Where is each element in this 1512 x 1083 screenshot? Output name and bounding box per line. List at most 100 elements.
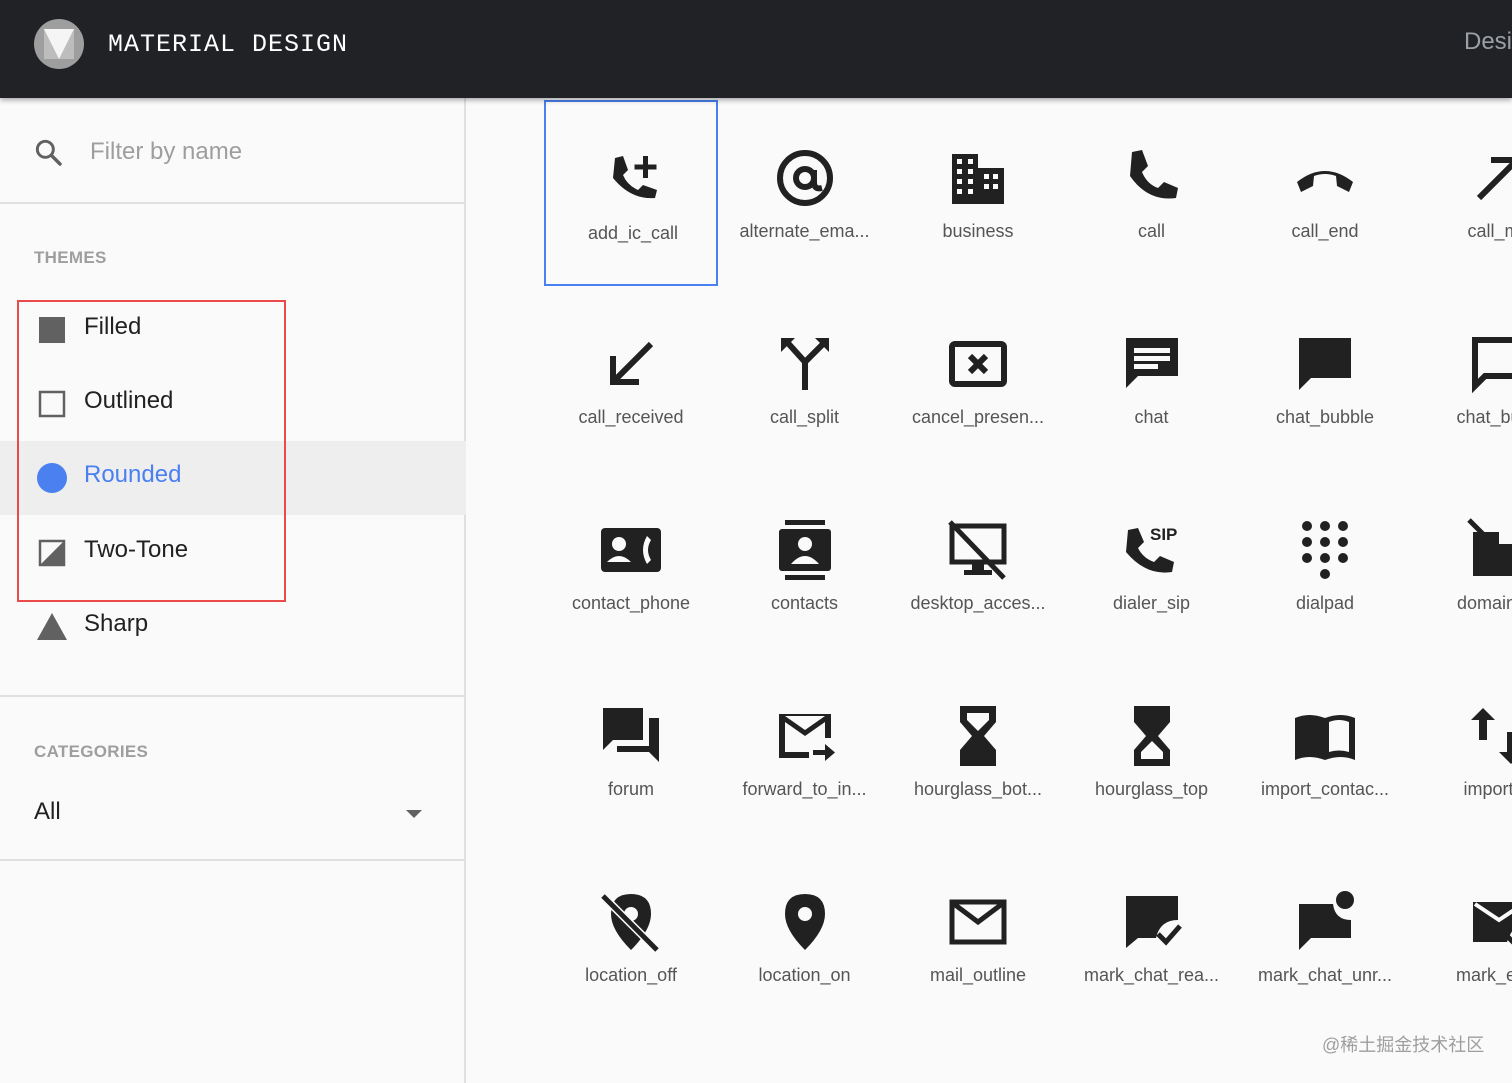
rounded-circle-icon	[37, 463, 67, 493]
icon-tile-dialer-sip[interactable]: SIP dialer_sip	[1065, 472, 1239, 658]
category-select[interactable]: All	[0, 788, 466, 840]
icon-tile-call-end[interactable]: call_end	[1238, 100, 1412, 286]
filled-square-icon	[39, 317, 65, 343]
material-logo-icon[interactable]	[34, 19, 84, 69]
icon-tile-label: chat_bubble	[1275, 407, 1375, 427]
outlined-square-icon	[38, 390, 66, 418]
icon-tile-label: mark_chat_unr...	[1257, 965, 1393, 985]
import-export-icon	[1470, 708, 1512, 764]
icon-tile-label: contact_phone	[571, 593, 691, 613]
icon-tile-label: desktop_acces...	[910, 593, 1046, 613]
themes-heading: THEMES	[34, 248, 107, 267]
icon-tile-chat-bubble-outline[interactable]: chat_bubb	[1412, 286, 1512, 472]
icon-tile-contact-phone[interactable]: contact_phone	[544, 472, 718, 658]
icon-tile-chat[interactable]: chat	[1065, 286, 1239, 472]
watermark: @稀土掘金技术社区	[1322, 1035, 1485, 1055]
import-contacts-icon	[1295, 715, 1355, 760]
icon-tile-import-export[interactable]: import_e	[1412, 658, 1512, 844]
icon-tile-label: mark_chat_rea...	[1083, 965, 1220, 985]
theme-label-filled: Filled	[84, 313, 142, 340]
call-split-icon	[780, 338, 829, 390]
icon-tile-label: forward_to_in...	[742, 779, 867, 799]
icon-tile-call-made[interactable]: call_ma	[1412, 100, 1512, 286]
icon-tile-label: location_off	[585, 965, 677, 985]
top-nav-link-design[interactable]: Desi	[1464, 28, 1512, 56]
icon-tile-hourglass-top[interactable]: hourglass_top	[1065, 658, 1239, 844]
icon-tile-import-contacts[interactable]: import_contac...	[1238, 658, 1412, 844]
search-input[interactable]	[90, 132, 430, 172]
icon-tile-mark-chat-read[interactable]: mark_chat_rea...	[1065, 844, 1239, 1030]
icon-tile-add-ic-call[interactable]: add_ic_call	[544, 100, 718, 286]
icon-tile-mark-chat-unread[interactable]: mark_chat_unr...	[1238, 844, 1412, 1030]
icon-tile-business[interactable]: business	[891, 100, 1065, 286]
icon-tile-label: call_ma	[1467, 221, 1512, 241]
icon-tile-location-on[interactable]: location_on	[718, 844, 892, 1030]
icon-tile-label: domain_di	[1456, 593, 1512, 613]
icon-tile-label: add_ic_call	[587, 223, 679, 243]
theme-option-outlined[interactable]: Outlined	[0, 367, 466, 441]
theme-label-rounded: Rounded	[84, 461, 182, 488]
call-made-icon	[1476, 157, 1512, 201]
chat-bubble-outline-icon	[1471, 337, 1512, 394]
theme-option-sharp[interactable]: Sharp	[0, 590, 466, 664]
icon-tile-forum[interactable]: forum	[544, 658, 718, 844]
dropdown-arrow-icon	[406, 810, 422, 818]
search-bar	[0, 98, 466, 204]
dialer-sip-icon: SIP	[1125, 525, 1177, 573]
two-tone-square-icon	[38, 539, 66, 567]
icon-tile-mail-outline[interactable]: mail_outline	[891, 844, 1065, 1030]
icon-tile-hourglass-bottom[interactable]: hourglass_bot...	[891, 658, 1065, 844]
brand-title[interactable]: MATERIAL DESIGN	[108, 30, 348, 59]
theme-label-outlined: Outlined	[84, 387, 174, 414]
call-icon	[1129, 150, 1178, 199]
icon-tile-call-received[interactable]: call_received	[544, 286, 718, 472]
icon-tile-dialpad[interactable]: dialpad	[1238, 472, 1412, 658]
location-on-icon	[784, 894, 825, 950]
icon-tile-label: call	[1137, 221, 1165, 241]
icon-tile-call-split[interactable]: call_split	[718, 286, 892, 472]
cancel-presentation-icon	[949, 341, 1007, 387]
hourglass-top-icon	[1133, 706, 1170, 766]
domain-disabled-icon	[1466, 518, 1512, 576]
icon-tile-forward-to-inbox[interactable]: forward_to_in...	[718, 658, 892, 844]
icon-tile-label: hourglass_top	[1094, 779, 1209, 799]
svg-text:SIP: SIP	[1150, 525, 1177, 544]
alternate-email-icon	[776, 150, 833, 206]
mail-outline-icon	[949, 899, 1007, 945]
call-received-icon	[610, 341, 654, 385]
icon-tile-contacts[interactable]: contacts	[718, 472, 892, 658]
dialpad-icon	[1302, 521, 1348, 579]
theme-label-sharp: Sharp	[84, 610, 149, 637]
icon-tile-label: import_e	[1463, 779, 1512, 799]
mark-email-read-icon	[1472, 902, 1512, 946]
icon-tile-alternate-email[interactable]: alternate_ema...	[718, 100, 892, 286]
theme-option-filled[interactable]: Filled	[0, 293, 466, 367]
contacts-icon	[778, 520, 831, 580]
theme-option-two-tone[interactable]: Two-Tone	[0, 516, 466, 590]
icon-tile-desktop-access-disabled[interactable]: desktop_acces...	[891, 472, 1065, 658]
theme-option-rounded[interactable]: Rounded	[0, 441, 466, 515]
icon-grid: add_ic_call alternate_ema... business call c…	[468, 98, 1512, 1083]
add-ic-call-icon	[613, 156, 657, 199]
icon-tile-chat-bubble[interactable]: chat_bubble	[1238, 286, 1412, 472]
chat-icon	[1125, 338, 1178, 388]
icon-tile-cancel-presentation[interactable]: cancel_presen...	[891, 286, 1065, 472]
sidebar: THEMES Filled Outlined Rounded Two-Tone …	[0, 98, 466, 1083]
sharp-triangle-icon	[37, 613, 67, 640]
icon-tile-label: call_received	[578, 407, 684, 427]
icon-tile-domain-disabled[interactable]: domain_di	[1412, 472, 1512, 658]
icon-tile-mark-email-read[interactable]: mark_ema	[1412, 844, 1512, 1030]
contact-phone-icon	[601, 528, 661, 572]
icon-tile-label: business	[942, 221, 1014, 241]
icon-tile-call[interactable]: call	[1065, 100, 1239, 286]
search-icon	[35, 139, 62, 166]
icon-tile-label: forum	[607, 779, 654, 799]
forward-to-inbox-icon	[778, 714, 835, 761]
forum-icon	[603, 708, 659, 762]
mark-chat-read-icon	[1125, 896, 1182, 948]
call-end-icon	[1297, 171, 1353, 192]
location-off-icon	[600, 893, 660, 953]
chat-bubble-icon	[1299, 338, 1351, 390]
top-app-bar: MATERIAL DESIGN Desi	[0, 0, 1512, 98]
icon-tile-location-off[interactable]: location_off	[544, 844, 718, 1030]
